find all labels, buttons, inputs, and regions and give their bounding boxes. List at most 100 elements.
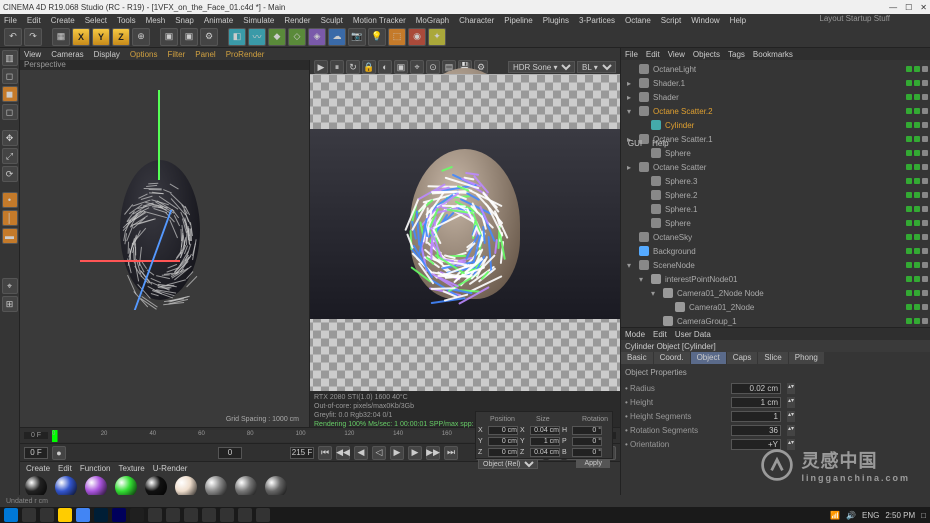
tree-item[interactable]: OctaneSky <box>623 230 928 244</box>
objtab-view[interactable]: View <box>668 50 685 59</box>
app-icon5[interactable] <box>220 508 234 522</box>
gizmo-y-axis[interactable] <box>158 90 160 180</box>
editable-button[interactable]: ▥ <box>2 50 18 66</box>
points-mode[interactable]: • <box>2 192 18 208</box>
tray-wifi-icon[interactable]: 📶 <box>830 511 840 520</box>
search-button[interactable] <box>22 508 36 522</box>
mattab-create[interactable]: Create <box>26 464 50 473</box>
generator2-button[interactable]: ◇ <box>288 28 306 46</box>
lv-pick-button[interactable]: ⌖ <box>410 60 424 74</box>
objtab-edit[interactable]: Edit <box>646 50 660 59</box>
goto-next-key[interactable]: ▶▶ <box>426 446 440 460</box>
ae-icon[interactable] <box>112 508 126 522</box>
viewtab-prorender[interactable]: ProRender <box>226 50 265 59</box>
render-view-button[interactable]: ▣ <box>160 28 178 46</box>
light-button[interactable]: 💡 <box>368 28 386 46</box>
deformer-button[interactable]: ◈ <box>308 28 326 46</box>
menu-file[interactable]: File <box>4 16 17 25</box>
viewtab-options[interactable]: Options <box>130 50 158 59</box>
undo-button[interactable]: ↶ <box>4 28 22 46</box>
menu-sculpt[interactable]: Sculpt <box>321 16 343 25</box>
tray-lang[interactable]: ENG <box>862 511 879 520</box>
menu-select[interactable]: Select <box>85 16 107 25</box>
goto-start-button[interactable]: ⏮ <box>318 446 332 460</box>
coord-sys-button[interactable]: ⊕ <box>132 28 150 46</box>
prop-input[interactable] <box>731 383 781 394</box>
lvmenu-help[interactable]: Help <box>652 139 668 148</box>
tree-item[interactable]: ▾SceneNode <box>623 258 928 272</box>
lv-region-button[interactable]: ▣ <box>394 60 408 74</box>
taskview-button[interactable] <box>40 508 54 522</box>
attrsubtab-coord[interactable]: Coord. <box>654 352 690 364</box>
play-button[interactable]: ▶ <box>390 446 404 460</box>
tray-notif-icon[interactable]: □ <box>921 511 926 520</box>
live-viewer-canvas[interactable]: RTX 2080 STI(1.0) 1600 40°C Out-of-core:… <box>310 74 620 427</box>
coord-mode-select[interactable]: Object (Rel) <box>478 459 538 469</box>
tree-item[interactable]: ▾Octane Scatter.2 <box>623 104 928 118</box>
tree-item[interactable]: Sphere <box>623 146 928 160</box>
generator-button[interactable]: ◆ <box>268 28 286 46</box>
attrsubtab-slice[interactable]: Slice <box>758 352 787 364</box>
lv-bl-select[interactable]: BL ▾ <box>577 61 616 73</box>
menu-animate[interactable]: Animate <box>204 16 233 25</box>
lv-pause-button[interactable]: ⏸ <box>330 60 344 74</box>
attrsubtab-phong[interactable]: Phong <box>789 352 824 364</box>
end-frame-field[interactable]: 215 F <box>290 447 314 459</box>
prop-input[interactable] <box>731 439 781 450</box>
frame-field[interactable]: 0 F <box>24 447 48 459</box>
tree-item[interactable]: Camera01_2Node <box>623 300 928 314</box>
minimize-button[interactable]: — <box>889 3 897 12</box>
model-mode[interactable]: ◻ <box>2 68 18 84</box>
menu-pipeline[interactable]: Pipeline <box>504 16 532 25</box>
attrsubtab-basic[interactable]: Basic <box>621 352 653 364</box>
edges-mode[interactable]: │ <box>2 210 18 226</box>
environment-button[interactable]: ☁ <box>328 28 346 46</box>
app-icon[interactable] <box>148 508 162 522</box>
objtab-file[interactable]: File <box>625 50 638 59</box>
attrsubtab-object[interactable]: Object <box>691 352 726 364</box>
tree-item[interactable]: Cylinder <box>623 118 928 132</box>
objtab-objects[interactable]: Objects <box>693 50 720 59</box>
snap-button[interactable]: ⌖ <box>2 278 18 294</box>
particles-button[interactable]: ✦ <box>428 28 446 46</box>
perspective-viewport[interactable]: Perspective Grid Spacing : 1000 cm <box>20 60 310 427</box>
texture-mode[interactable]: ◼ <box>2 86 18 102</box>
menu-create[interactable]: Create <box>51 16 75 25</box>
mattab-u-render[interactable]: U-Render <box>153 464 188 473</box>
render-settings-button[interactable]: ⚙ <box>200 28 218 46</box>
lv-play-button[interactable]: ▶ <box>314 60 328 74</box>
menu-octane[interactable]: Octane <box>625 16 651 25</box>
c4d-icon[interactable] <box>130 508 144 522</box>
attrtab-user-data[interactable]: User Data <box>675 330 711 339</box>
tree-item[interactable]: OctaneLight <box>623 62 928 76</box>
layout-selector[interactable]: Layout Startup Stuff <box>819 14 890 23</box>
system-tray[interactable]: 📶 🔊 ENG 2:50 PM □ <box>830 511 926 520</box>
tray-time[interactable]: 2:50 PM <box>885 511 915 520</box>
render-pv-button[interactable]: ▣ <box>180 28 198 46</box>
attrtab-edit[interactable]: Edit <box>653 330 667 339</box>
menu-edit[interactable]: Edit <box>27 16 41 25</box>
tree-item[interactable]: Sphere.1 <box>623 202 928 216</box>
play-back-button[interactable]: ◁ <box>372 446 386 460</box>
app-icon2[interactable] <box>166 508 180 522</box>
lv-reload-button[interactable]: ↻ <box>346 60 360 74</box>
goto-prev-key[interactable]: ◀◀ <box>336 446 350 460</box>
menu-simulate[interactable]: Simulate <box>243 16 274 25</box>
lvmenu-gui[interactable]: GUI <box>628 139 642 148</box>
prev-frame-button[interactable]: ◀ <box>354 446 368 460</box>
tree-item[interactable]: ▸Shader <box>623 90 928 104</box>
menu-mograph[interactable]: MoGraph <box>416 16 449 25</box>
mattab-function[interactable]: Function <box>80 464 111 473</box>
app-icon6[interactable] <box>238 508 252 522</box>
viewtab-display[interactable]: Display <box>94 50 120 59</box>
dynamics-button[interactable]: ◉ <box>408 28 426 46</box>
menu-3-partices[interactable]: 3-Partices <box>579 16 615 25</box>
axis-x-button[interactable]: X <box>72 28 90 46</box>
tree-item[interactable]: Sphere.3 <box>623 174 928 188</box>
menu-render[interactable]: Render <box>284 16 310 25</box>
app-icon3[interactable] <box>184 508 198 522</box>
attrsubtab-caps[interactable]: Caps <box>727 352 758 364</box>
viewtab-filter[interactable]: Filter <box>167 50 185 59</box>
lv-lock-button[interactable]: 🔒 <box>362 60 376 74</box>
start-button[interactable] <box>4 508 18 522</box>
